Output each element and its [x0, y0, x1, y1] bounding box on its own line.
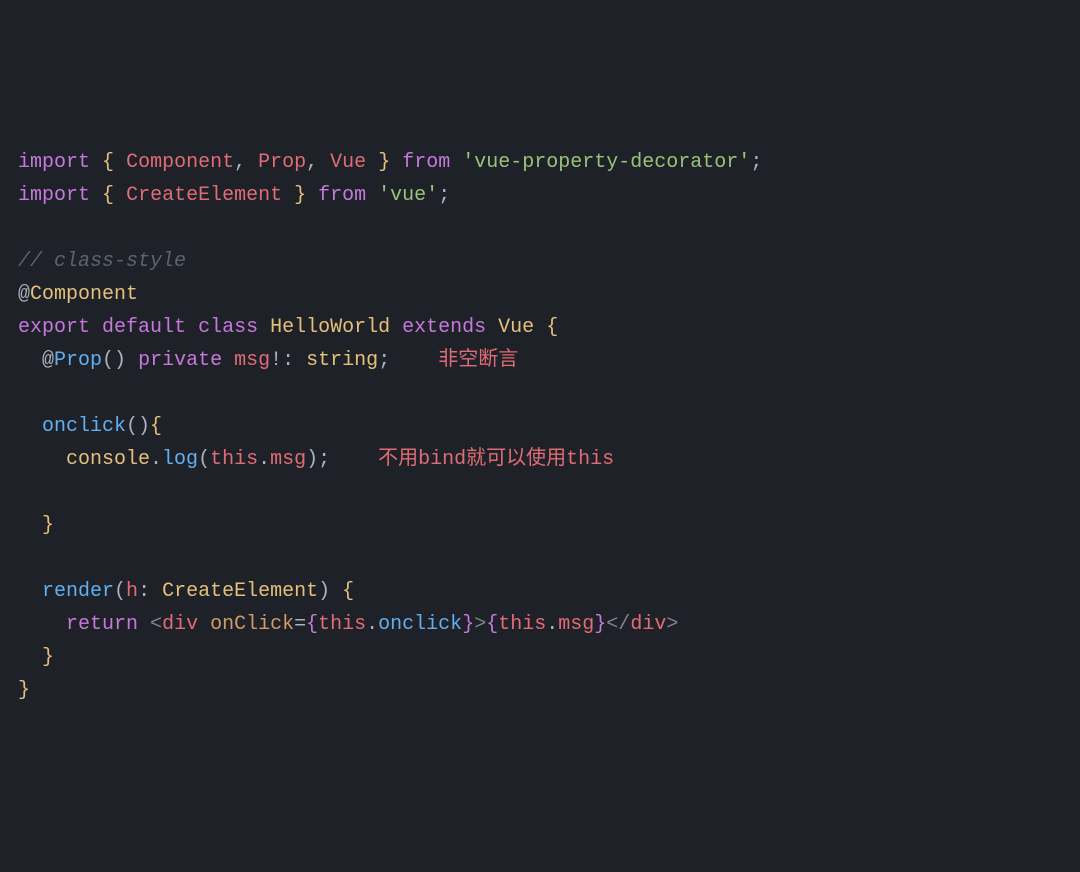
- annotation-no-bind: 不用bind就可以使用this: [378, 448, 614, 471]
- blank-line: [18, 212, 1062, 245]
- keyword-this: this: [210, 448, 258, 471]
- brace-close: }: [294, 184, 306, 207]
- bang: !: [270, 349, 282, 372]
- type-createelement: CreateElement: [162, 580, 318, 603]
- classname-helloworld: HelloWorld: [270, 316, 390, 339]
- colon: :: [138, 580, 150, 603]
- comma: ,: [306, 151, 318, 174]
- keyword-import: import: [18, 151, 90, 174]
- brace-open: {: [150, 415, 162, 438]
- identifier-vue: Vue: [330, 151, 366, 174]
- code-line-6: export default class HelloWorld extends …: [18, 311, 1062, 344]
- brace-open: {: [102, 184, 114, 207]
- decorator-prop: Prop: [54, 349, 102, 372]
- paren-open: (: [198, 448, 210, 471]
- property-msg: msg: [234, 349, 270, 372]
- semicolon: ;: [750, 151, 762, 174]
- blank-line: [18, 542, 1062, 575]
- parentheses: (): [126, 415, 150, 438]
- dot: .: [546, 613, 558, 636]
- comment: // class-style: [18, 250, 186, 273]
- equals: =: [294, 613, 306, 636]
- code-line-1: import { Component, Prop, Vue } from 'vu…: [18, 146, 1062, 179]
- code-editor[interactable]: import { Component, Prop, Vue } from 'vu…: [18, 146, 1062, 707]
- keyword-export: export: [18, 316, 90, 339]
- property-msg: msg: [558, 613, 594, 636]
- code-line-16: }: [18, 641, 1062, 674]
- code-line-10: console.log(this.msg); 不用bind就可以使用this: [18, 443, 1062, 476]
- type-string: string: [306, 349, 378, 372]
- param-h: h: [126, 580, 138, 603]
- angle-open: <: [150, 613, 162, 636]
- string-literal: 'vue': [378, 184, 438, 207]
- decorator-component: Component: [30, 283, 138, 306]
- paren-close: ): [306, 448, 318, 471]
- blank-line: [18, 476, 1062, 509]
- annotation-non-null: 非空断言: [438, 349, 518, 372]
- code-line-14: render(h: CreateElement) {: [18, 575, 1062, 608]
- tag-div: div: [162, 613, 198, 636]
- classname-vue: Vue: [498, 316, 534, 339]
- identifier-prop: Prop: [258, 151, 306, 174]
- code-line-4: // class-style: [18, 245, 1062, 278]
- keyword-class: class: [198, 316, 258, 339]
- brace-close: }: [42, 514, 54, 537]
- code-line-2: import { CreateElement } from 'vue';: [18, 179, 1062, 212]
- keyword-default: default: [102, 316, 186, 339]
- parentheses: (): [102, 349, 126, 372]
- property-msg: msg: [270, 448, 306, 471]
- at-sign: @: [18, 283, 30, 306]
- identifier-component: Component: [126, 151, 234, 174]
- jsx-brace-close: }: [594, 613, 606, 636]
- semicolon: ;: [318, 448, 330, 471]
- dot: .: [366, 613, 378, 636]
- semicolon: ;: [378, 349, 390, 372]
- code-line-9: onclick(){: [18, 410, 1062, 443]
- keyword-from: from: [402, 151, 450, 174]
- dot: .: [150, 448, 162, 471]
- keyword-return: return: [66, 613, 138, 636]
- keyword-private: private: [138, 349, 222, 372]
- angle-open-close: </: [606, 613, 630, 636]
- method-render: render: [42, 580, 114, 603]
- method-log: log: [162, 448, 198, 471]
- code-line-7: @Prop() private msg!: string; 非空断言: [18, 344, 1062, 377]
- keyword-from: from: [318, 184, 366, 207]
- jsx-brace-close: }: [462, 613, 474, 636]
- jsx-brace-open: {: [306, 613, 318, 636]
- brace-open: {: [102, 151, 114, 174]
- brace-open: {: [342, 580, 354, 603]
- code-line-5: @Component: [18, 278, 1062, 311]
- attr-onclick: onClick: [210, 613, 294, 636]
- angle-close: >: [666, 613, 678, 636]
- at-sign: @: [42, 349, 54, 372]
- brace-open: {: [546, 316, 558, 339]
- method-onclick: onclick: [42, 415, 126, 438]
- string-literal: 'vue-property-decorator': [462, 151, 750, 174]
- console: console: [66, 448, 150, 471]
- code-line-12: }: [18, 509, 1062, 542]
- tag-div: div: [630, 613, 666, 636]
- brace-close: }: [18, 679, 30, 702]
- paren-close: ): [318, 580, 330, 603]
- keyword-this: this: [318, 613, 366, 636]
- property-onclick: onclick: [378, 613, 462, 636]
- brace-close: }: [42, 646, 54, 669]
- jsx-brace-open: {: [486, 613, 498, 636]
- keyword-this: this: [498, 613, 546, 636]
- dot: .: [258, 448, 270, 471]
- code-line-15: return <div onClick={this.onclick}>{this…: [18, 608, 1062, 641]
- brace-close: }: [378, 151, 390, 174]
- colon: :: [282, 349, 294, 372]
- paren-open: (: [114, 580, 126, 603]
- keyword-extends: extends: [402, 316, 486, 339]
- blank-line: [18, 377, 1062, 410]
- keyword-import: import: [18, 184, 90, 207]
- angle-close: >: [474, 613, 486, 636]
- semicolon: ;: [438, 184, 450, 207]
- code-line-17: }: [18, 674, 1062, 707]
- identifier-createelement: CreateElement: [126, 184, 282, 207]
- comma: ,: [234, 151, 246, 174]
